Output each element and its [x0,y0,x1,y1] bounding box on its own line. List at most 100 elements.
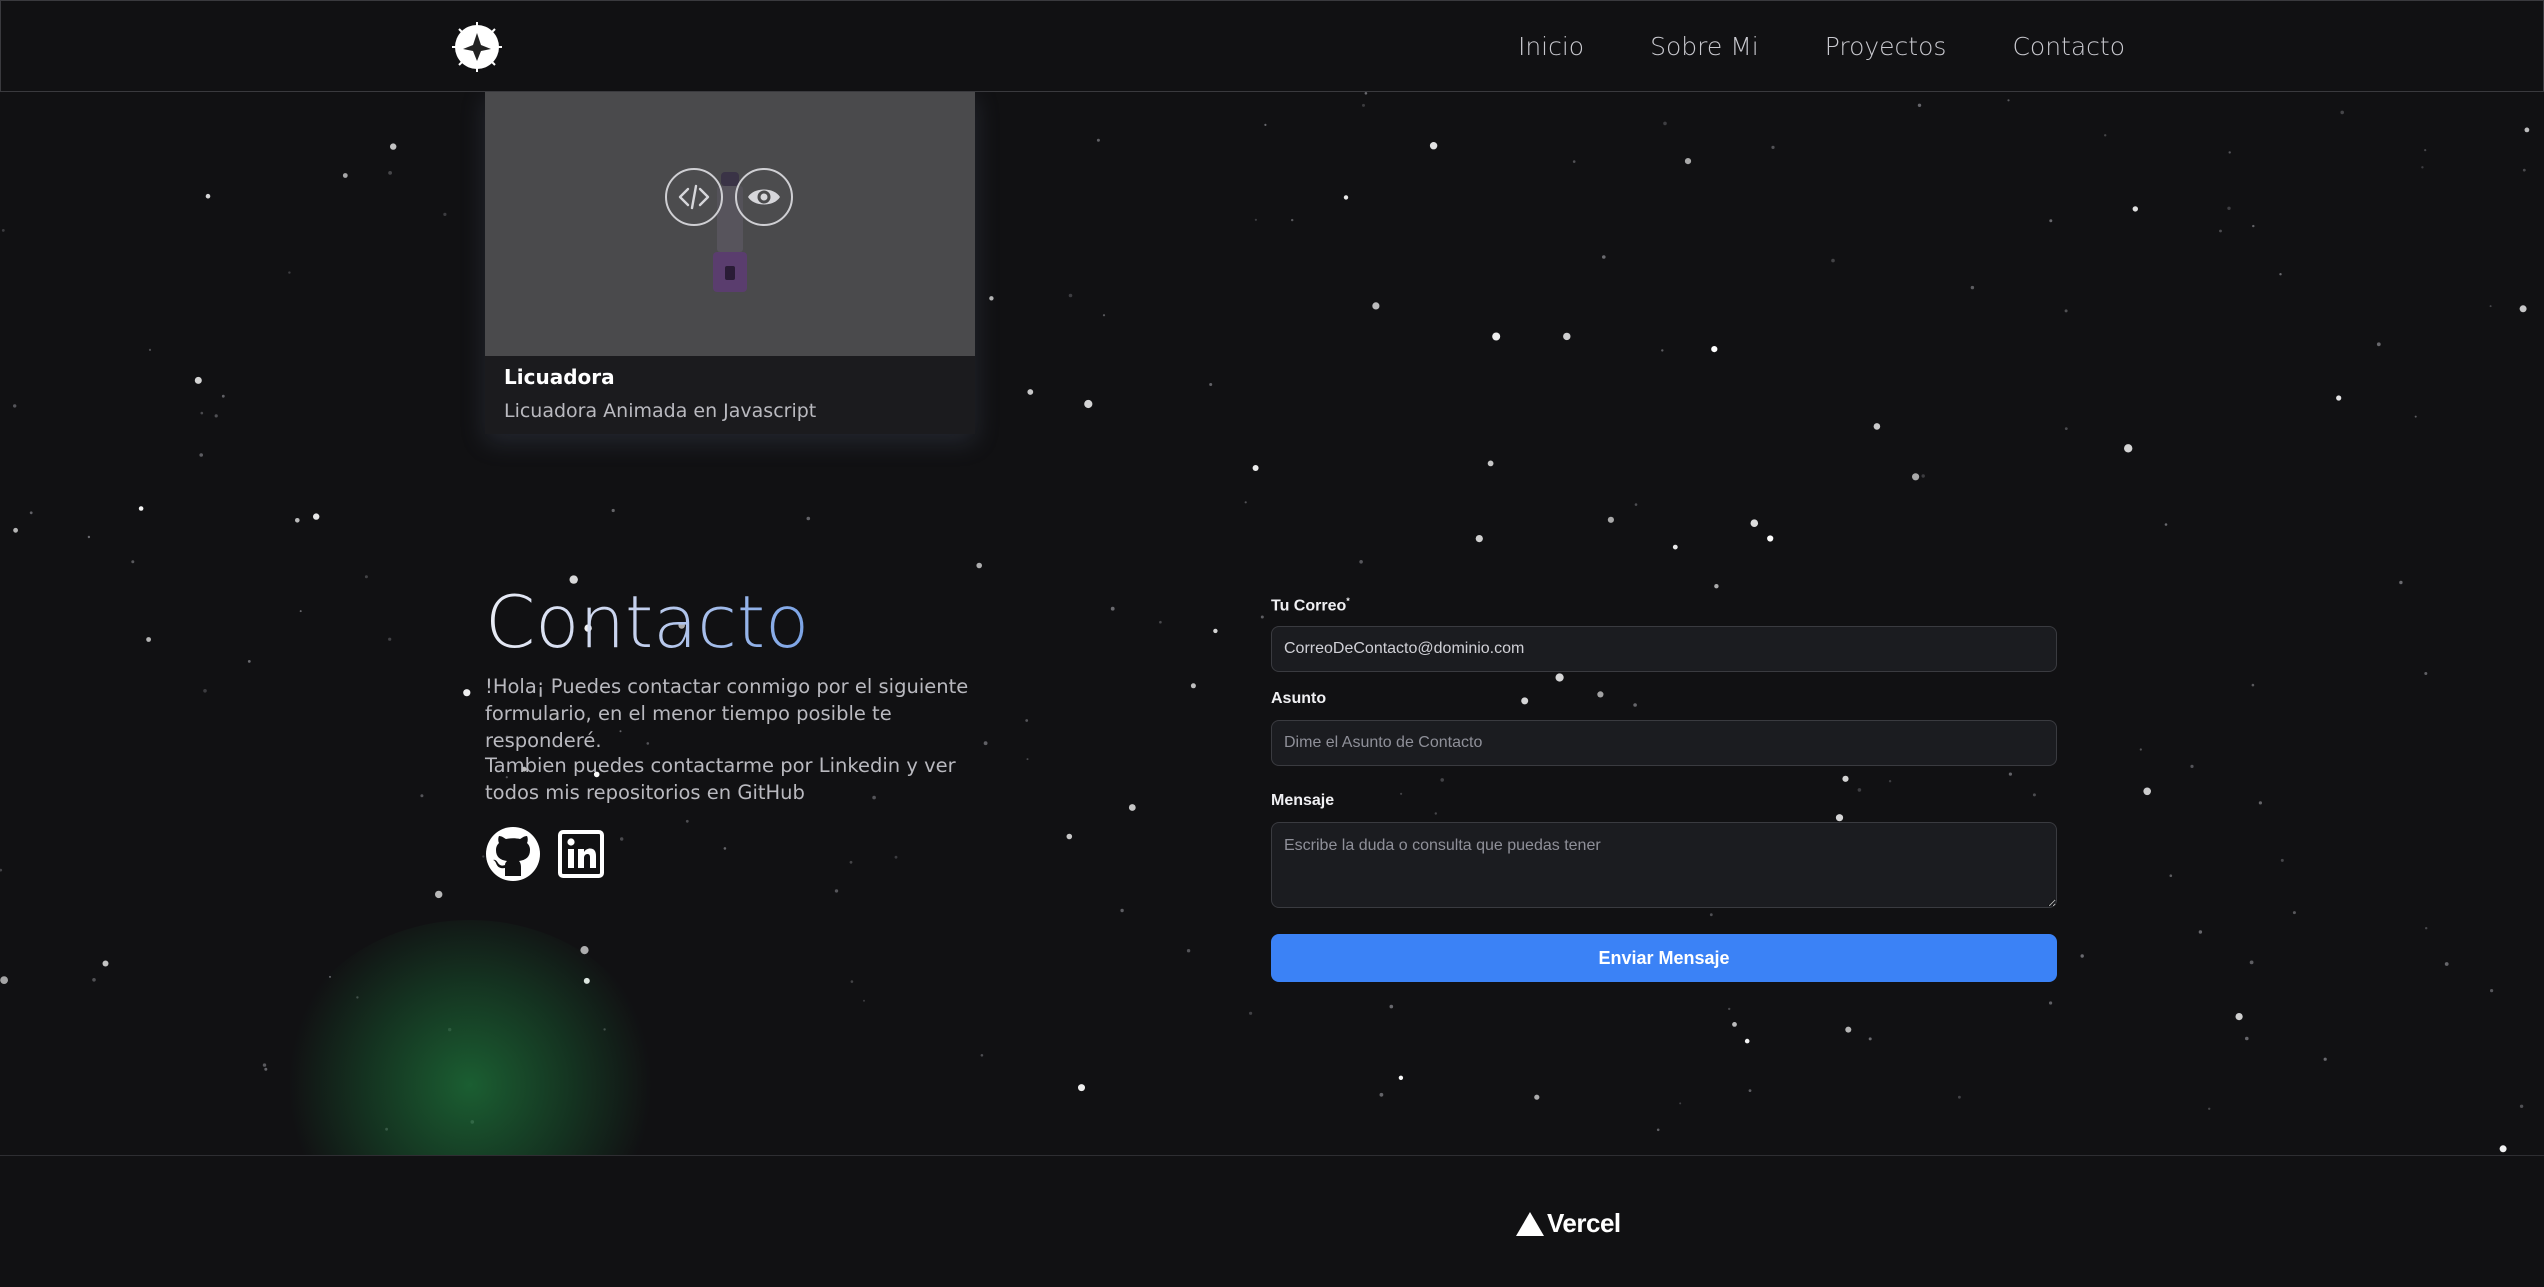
star [1958,1095,1961,1099]
star [2198,930,2203,934]
star [342,173,348,178]
star [2049,219,2053,223]
star [850,980,854,983]
star [2499,1145,2507,1153]
star [1728,1007,1731,1011]
star [1260,615,1264,619]
star [2104,134,2107,137]
star [989,296,994,301]
view-code-button[interactable] [665,168,723,226]
message-field[interactable] [1271,822,2057,908]
star [2245,1036,2249,1041]
star [264,1067,268,1071]
star [611,508,615,513]
star [1684,158,1692,165]
subject-field[interactable] [1271,720,2057,766]
star [1434,812,1438,815]
star [203,689,207,693]
star [1663,121,1667,126]
star [2258,801,2262,805]
star [2219,229,2222,233]
star [976,562,982,569]
star [1912,473,1920,481]
star [1767,535,1774,542]
star [834,889,839,893]
star [1534,1094,1540,1100]
star [2007,99,2010,102]
star [1672,544,1678,550]
star [1873,423,1881,430]
star [1487,460,1494,467]
star [435,890,443,899]
star [221,394,225,398]
star [146,637,152,642]
star [194,376,202,384]
star [2235,1013,2243,1021]
star [2249,960,2254,965]
email-field[interactable] [1271,626,2057,672]
star [388,637,392,641]
star [1970,285,1975,290]
star [1110,606,1115,611]
star [2292,911,2296,915]
star [1602,255,1606,259]
star [1190,683,1196,689]
view-demo-button[interactable] [735,168,793,226]
star [1709,913,1713,917]
nav-sobre-mi[interactable]: Sobre Mi [1650,32,1759,61]
star [1835,814,1844,822]
star [463,689,471,697]
star [1633,703,1637,707]
star [723,847,727,850]
star [1572,160,1576,163]
star [1440,778,1444,782]
site-logo-icon[interactable] [451,21,503,73]
nav-inicio[interactable]: Inicio [1518,32,1584,61]
star [0,868,3,872]
star [2064,427,2068,430]
star [420,794,424,798]
star [2399,580,2403,585]
star [2425,927,2428,930]
github-link[interactable] [485,826,541,887]
star [29,511,33,515]
star [92,978,96,982]
star [0,976,8,984]
github-icon [486,827,540,881]
star [1209,383,1213,386]
vercel-link[interactable]: Vercel [1515,1208,1621,1239]
star [1096,138,1100,142]
star [2519,305,2527,313]
star [2524,127,2530,133]
star [2208,1107,2211,1111]
star [1120,908,1124,913]
star [1634,503,1638,506]
star [1026,758,1029,761]
star [894,855,898,859]
main-nav: Inicio Sobre Mi Proyectos Contacto [1518,1,2125,91]
star [1249,1011,1253,1015]
star [2143,787,2151,796]
star [2424,149,2427,152]
star [1213,628,1218,634]
linkedin-link[interactable] [558,830,604,883]
star [2336,395,2342,401]
star [1291,218,1294,222]
star [262,1063,267,1067]
star [1921,474,1925,478]
star [138,506,144,511]
project-description: Licuadora Animada en Javascript [504,400,817,422]
star [980,1054,984,1057]
nav-contacto[interactable]: Contacto [2012,32,2125,61]
star [247,660,251,663]
star [13,527,18,533]
star [849,860,853,864]
nav-proyectos[interactable]: Proyectos [1825,32,1947,61]
star [2522,168,2526,172]
star [390,143,397,150]
star [2424,672,2428,675]
star [1732,1022,1737,1027]
send-message-button[interactable]: Enviar Mensaje [1271,934,2057,982]
star [2251,683,2255,687]
star [1475,535,1483,543]
